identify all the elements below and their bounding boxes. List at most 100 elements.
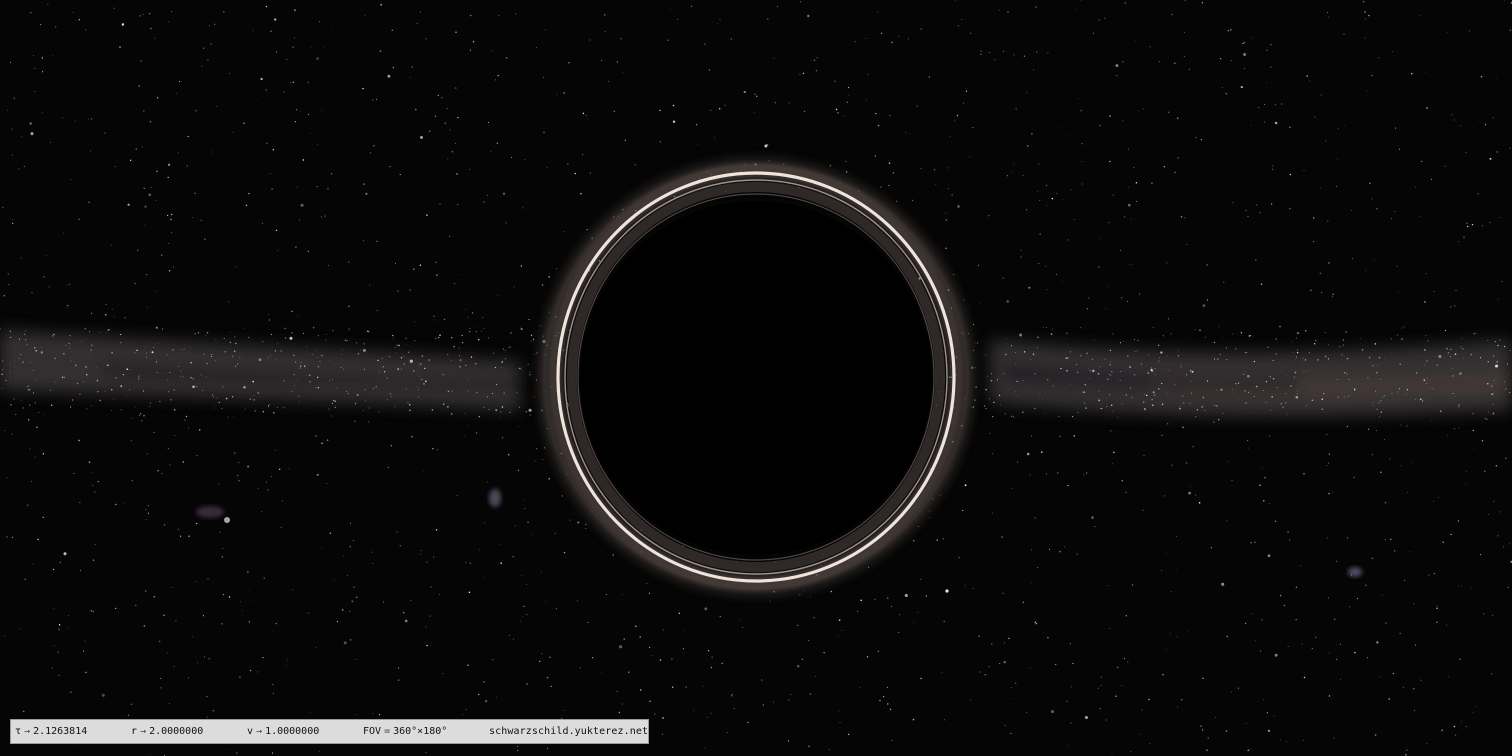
star bbox=[520, 368, 522, 370]
star bbox=[456, 494, 458, 497]
star bbox=[1038, 263, 1040, 264]
star bbox=[71, 399, 74, 401]
star bbox=[1492, 412, 1495, 415]
star bbox=[1267, 346, 1270, 348]
star bbox=[155, 360, 158, 363]
star bbox=[1398, 291, 1400, 293]
star bbox=[1075, 8, 1077, 10]
star bbox=[54, 382, 56, 383]
star bbox=[1081, 142, 1083, 145]
star bbox=[1109, 628, 1111, 629]
star bbox=[1077, 412, 1079, 414]
star bbox=[1073, 219, 1075, 220]
star bbox=[1023, 55, 1026, 57]
star bbox=[1346, 373, 1348, 375]
star bbox=[143, 110, 145, 112]
star bbox=[394, 404, 396, 406]
star bbox=[1492, 403, 1494, 406]
star bbox=[1184, 217, 1186, 219]
star bbox=[1290, 385, 1292, 387]
star bbox=[502, 192, 506, 195]
star bbox=[550, 685, 552, 687]
star bbox=[327, 264, 329, 266]
sky-panorama[interactable] bbox=[0, 0, 1512, 756]
star bbox=[1375, 371, 1378, 374]
star bbox=[20, 257, 22, 259]
star bbox=[436, 448, 439, 451]
star bbox=[334, 400, 337, 403]
star bbox=[348, 261, 350, 263]
star bbox=[1503, 381, 1506, 383]
star bbox=[978, 671, 981, 673]
star bbox=[649, 700, 651, 702]
star bbox=[1180, 216, 1183, 218]
star bbox=[1133, 374, 1136, 376]
star bbox=[1364, 37, 1366, 39]
star bbox=[145, 590, 147, 592]
star bbox=[92, 484, 94, 486]
star bbox=[526, 613, 528, 616]
star bbox=[298, 401, 300, 403]
star bbox=[1499, 216, 1501, 218]
star bbox=[1460, 720, 1462, 722]
star bbox=[1267, 729, 1270, 732]
star bbox=[265, 481, 267, 483]
star bbox=[487, 337, 489, 339]
star bbox=[635, 625, 637, 628]
star bbox=[296, 109, 298, 111]
star bbox=[619, 645, 623, 649]
star bbox=[837, 112, 839, 114]
star bbox=[459, 355, 461, 357]
star bbox=[435, 337, 437, 340]
star bbox=[1091, 358, 1094, 361]
star bbox=[1353, 476, 1355, 478]
star bbox=[992, 415, 994, 418]
star bbox=[1496, 77, 1498, 79]
star bbox=[521, 616, 523, 618]
star bbox=[1342, 339, 1345, 341]
star bbox=[875, 112, 877, 115]
black-hole-viewport[interactable]: τ → 2.1263814 r → 2.0000000 v → 1.0000000 FOV =… bbox=[0, 0, 1512, 756]
star bbox=[262, 656, 264, 659]
star bbox=[620, 38, 622, 40]
star bbox=[662, 717, 664, 719]
star bbox=[964, 584, 966, 586]
star bbox=[828, 749, 830, 751]
star bbox=[1378, 356, 1381, 359]
star bbox=[1011, 172, 1013, 174]
star bbox=[1251, 612, 1253, 614]
star bbox=[120, 341, 122, 344]
star bbox=[1274, 393, 1276, 395]
star bbox=[269, 404, 271, 406]
star bbox=[1115, 695, 1117, 697]
star bbox=[397, 679, 400, 681]
star bbox=[1008, 637, 1010, 640]
star bbox=[1246, 351, 1248, 353]
star bbox=[211, 356, 213, 357]
star bbox=[349, 610, 351, 612]
star bbox=[714, 136, 716, 138]
star bbox=[1254, 541, 1256, 544]
star bbox=[1169, 633, 1171, 634]
star bbox=[433, 315, 435, 317]
star bbox=[1230, 60, 1232, 62]
star bbox=[1272, 165, 1274, 167]
star bbox=[1446, 32, 1448, 33]
star bbox=[271, 188, 273, 190]
star bbox=[1245, 351, 1247, 354]
star bbox=[205, 376, 207, 378]
star bbox=[146, 352, 147, 354]
star bbox=[1371, 454, 1374, 456]
star bbox=[432, 448, 434, 450]
star bbox=[1321, 398, 1324, 400]
star bbox=[195, 109, 197, 112]
site-link[interactable]: schwarzschild.yukterez.net bbox=[489, 720, 648, 743]
star bbox=[887, 703, 889, 705]
star bbox=[170, 213, 173, 216]
star bbox=[1220, 388, 1223, 391]
star bbox=[1058, 416, 1060, 418]
star bbox=[160, 687, 162, 689]
star bbox=[1162, 335, 1165, 337]
star bbox=[1286, 741, 1288, 743]
star bbox=[891, 739, 893, 741]
